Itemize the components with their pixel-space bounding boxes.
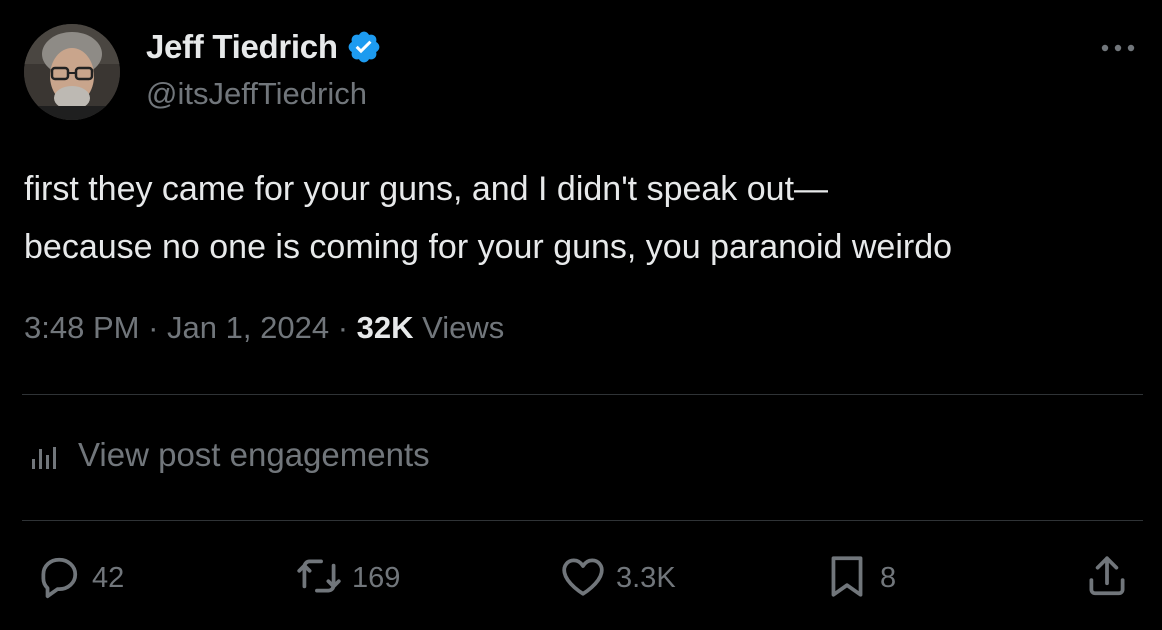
heart-icon [558, 551, 608, 606]
views-count: 32K [356, 310, 414, 345]
share-button[interactable] [1082, 554, 1132, 602]
views-label: Views [422, 310, 505, 345]
bookmark-icon [822, 551, 872, 606]
tweet-time[interactable]: 3:48 PM [24, 310, 139, 345]
avatar[interactable] [24, 24, 120, 120]
share-icon [1082, 551, 1132, 606]
tweet: Jeff Tiedrich @itsJeffTiedrich first the… [0, 0, 1162, 630]
repost-button[interactable]: 169 [294, 554, 400, 602]
repost-icon [294, 551, 344, 606]
tweet-text: first they came for your guns, and I did… [24, 160, 1149, 276]
like-count: 3.3K [616, 561, 676, 594]
reply-icon [34, 551, 84, 606]
avatar-photo-icon [24, 24, 120, 120]
bookmark-button[interactable]: 8 [822, 554, 896, 602]
repost-count: 169 [352, 561, 401, 594]
reply-count: 42 [92, 561, 125, 594]
tweet-date[interactable]: Jan 1, 2024 [167, 310, 329, 345]
divider [22, 520, 1143, 521]
author-display-name[interactable]: Jeff Tiedrich [146, 28, 338, 66]
more-horizontal-icon[interactable] [1096, 36, 1140, 60]
divider [22, 394, 1143, 395]
like-button[interactable]: 3.3K [558, 554, 676, 602]
tweet-meta: 3:48 PM · Jan 1, 2024 · 32K Views [24, 310, 504, 346]
tweet-text-line: because no one is coming for your guns, … [24, 228, 953, 266]
author-name-row[interactable]: Jeff Tiedrich [146, 26, 382, 68]
view-engagements-label: View post engagements [78, 436, 430, 473]
bar-chart-icon [28, 437, 64, 473]
reply-button[interactable]: 42 [34, 554, 124, 602]
author-handle[interactable]: @itsJeffTiedrich [146, 76, 367, 112]
verified-badge-icon[interactable] [346, 29, 382, 65]
meta-separator: · [148, 310, 159, 345]
bookmark-count: 8 [880, 561, 897, 594]
tweet-text-line: first they came for your guns, and I did… [24, 170, 829, 208]
meta-separator: · [337, 310, 349, 345]
view-engagements-link[interactable]: View post engagements [28, 436, 430, 474]
